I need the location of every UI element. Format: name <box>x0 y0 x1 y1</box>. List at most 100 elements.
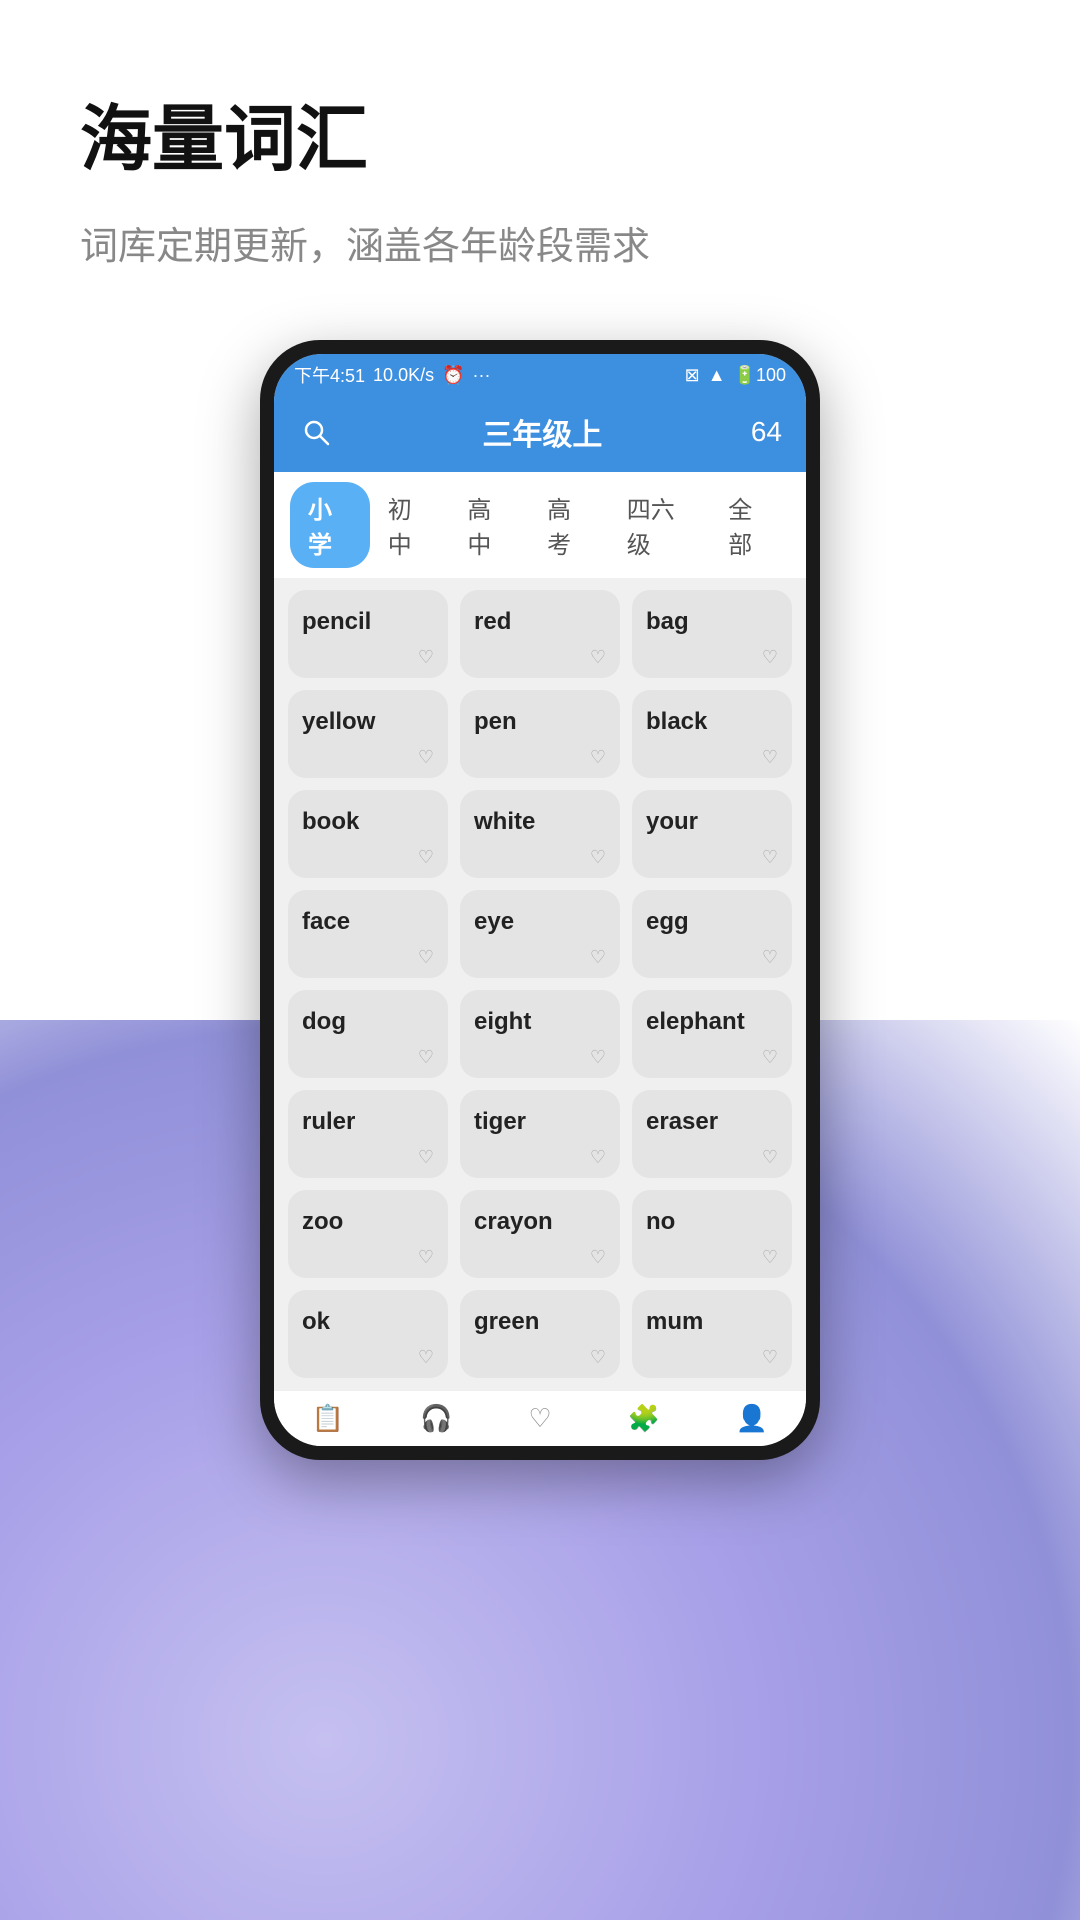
favorite-icon[interactable]: ♡ <box>418 1047 434 1068</box>
status-right: ⊠ ▲ 🔋100 <box>685 365 786 386</box>
word-label: bag <box>646 608 689 636</box>
favorite-icon[interactable]: ♡ <box>590 1347 606 1368</box>
top-section: 海量词汇 词库定期更新，涵盖各年龄段需求 <box>0 0 1080 310</box>
favorite-icon[interactable]: ♡ <box>762 747 778 768</box>
word-label: zoo <box>302 1208 343 1236</box>
tab-primary[interactable]: 小学 <box>290 482 370 568</box>
main-title: 海量词汇 <box>80 80 1000 185</box>
word-label: book <box>302 808 359 836</box>
nav-study[interactable]: 🎧 <box>420 1403 452 1436</box>
word-card[interactable]: zoo ♡ <box>288 1190 448 1278</box>
favorite-icon[interactable]: ♡ <box>762 1047 778 1068</box>
word-card[interactable]: white ♡ <box>460 790 620 878</box>
word-label: white <box>474 808 535 836</box>
word-card[interactable]: black♡ <box>632 690 792 778</box>
favorite-icon[interactable]: ♡ <box>418 947 434 968</box>
word-label: dog <box>302 1008 346 1036</box>
status-network: 10.0K/s <box>373 365 434 386</box>
favorite-icon[interactable]: ♡ <box>418 647 434 668</box>
word-card[interactable]: face ♡ <box>288 890 448 978</box>
favorite-icon[interactable]: ♡ <box>762 647 778 668</box>
word-card[interactable]: book ♡ <box>288 790 448 878</box>
word-label: ruler <box>302 1108 355 1136</box>
nav-expand[interactable]: 🧩 <box>627 1403 659 1436</box>
word-card[interactable]: no ♡ <box>632 1190 792 1278</box>
favorite-icon[interactable]: ♡ <box>762 1147 778 1168</box>
favorite-icon[interactable]: ♡ <box>590 947 606 968</box>
word-card[interactable]: green ♡ <box>460 1290 620 1378</box>
word-label: eight <box>474 1008 531 1036</box>
nav-vocabulary[interactable]: 📋 <box>312 1403 344 1436</box>
nav-profile[interactable]: 👤 <box>736 1403 768 1436</box>
word-card[interactable]: tiger ♡ <box>460 1090 620 1178</box>
word-label: face <box>302 908 350 936</box>
word-label: mum <box>646 1308 703 1336</box>
favorite-icon[interactable]: ♡ <box>590 847 606 868</box>
word-label: no <box>646 1208 675 1236</box>
favorite-icon[interactable]: ♡ <box>590 747 606 768</box>
word-label: crayon <box>474 1208 553 1236</box>
page-background: 海量词汇 词库定期更新，涵盖各年龄段需求 下午4:51 10.0K/s ⏰ ··… <box>0 0 1080 1920</box>
word-card[interactable]: ok ♡ <box>288 1290 448 1378</box>
word-card[interactable]: yellow ♡ <box>288 690 448 778</box>
battery-icon: 🔋100 <box>734 365 786 386</box>
favorite-icon[interactable]: ♡ <box>762 1247 778 1268</box>
sub-title: 词库定期更新，涵盖各年龄段需求 <box>80 215 1000 270</box>
favorite-icon[interactable]: ♡ <box>418 847 434 868</box>
word-label: elephant <box>646 1008 745 1036</box>
word-label: your <box>646 808 698 836</box>
favorite-icon[interactable]: ♡ <box>590 647 606 668</box>
word-count: 64 <box>751 416 782 448</box>
tab-all[interactable]: 全部 <box>710 482 790 568</box>
favorite-icon[interactable]: ♡ <box>418 1347 434 1368</box>
status-left: 下午4:51 10.0K/s ⏰ ··· <box>294 362 491 388</box>
word-card[interactable]: mum ♡ <box>632 1290 792 1378</box>
favorite-icon[interactable]: ♡ <box>590 1047 606 1068</box>
tab-middle[interactable]: 初中 <box>370 482 450 568</box>
sim-icon: ⊠ <box>685 365 700 386</box>
word-card[interactable]: bag ♡ <box>632 590 792 678</box>
favorite-icon[interactable]: ♡ <box>418 747 434 768</box>
app-header: 三年级上 64 <box>274 396 806 472</box>
heart-nav-icon: ♡ <box>528 1403 551 1434</box>
word-card[interactable]: crayon ♡ <box>460 1190 620 1278</box>
nav-favorites[interactable]: ♡ <box>528 1403 551 1436</box>
word-label: red <box>474 608 511 636</box>
favorite-icon[interactable]: ♡ <box>762 1347 778 1368</box>
word-card[interactable]: elephant ♡ <box>632 990 792 1078</box>
tab-cet[interactable]: 四六级 <box>609 482 711 568</box>
favorite-icon[interactable]: ♡ <box>418 1147 434 1168</box>
favorite-icon[interactable]: ♡ <box>590 1247 606 1268</box>
tab-gaokao[interactable]: 高考 <box>529 482 609 568</box>
word-card[interactable]: red ♡ <box>460 590 620 678</box>
phone-frame: 下午4:51 10.0K/s ⏰ ··· ⊠ ▲ 🔋100 <box>260 340 820 1460</box>
favorite-icon[interactable]: ♡ <box>762 847 778 868</box>
bottom-nav: 📋 🎧 ♡ 🧩 👤 <box>274 1390 806 1446</box>
vocabulary-icon: 📋 <box>312 1403 344 1434</box>
word-grid: pencil♡red♡bag♡yellow♡pen♡black♡book♡whi… <box>274 578 806 1390</box>
word-label: eraser <box>646 1108 718 1136</box>
word-card[interactable]: eight ♡ <box>460 990 620 1078</box>
word-card[interactable]: pencil♡ <box>288 590 448 678</box>
search-button[interactable] <box>298 414 334 450</box>
word-label: yellow <box>302 708 375 736</box>
expand-icon: 🧩 <box>627 1403 659 1434</box>
word-card[interactable]: dog ♡ <box>288 990 448 1078</box>
word-label: egg <box>646 908 689 936</box>
tab-high[interactable]: 高中 <box>449 482 529 568</box>
profile-icon: 👤 <box>736 1403 768 1434</box>
status-bar: 下午4:51 10.0K/s ⏰ ··· ⊠ ▲ 🔋100 <box>274 354 806 396</box>
word-label: green <box>474 1308 539 1336</box>
favorite-icon[interactable]: ♡ <box>590 1147 606 1168</box>
favorite-icon[interactable]: ♡ <box>418 1247 434 1268</box>
word-label: ok <box>302 1308 330 1336</box>
word-card[interactable]: eye♡ <box>460 890 620 978</box>
word-card[interactable]: ruler ♡ <box>288 1090 448 1178</box>
word-card[interactable]: eraser ♡ <box>632 1090 792 1178</box>
word-card[interactable]: your ♡ <box>632 790 792 878</box>
favorite-icon[interactable]: ♡ <box>762 947 778 968</box>
alarm-icon: ⏰ <box>442 365 464 386</box>
word-card[interactable]: egg ♡ <box>632 890 792 978</box>
word-card[interactable]: pen♡ <box>460 690 620 778</box>
word-label: tiger <box>474 1108 526 1136</box>
